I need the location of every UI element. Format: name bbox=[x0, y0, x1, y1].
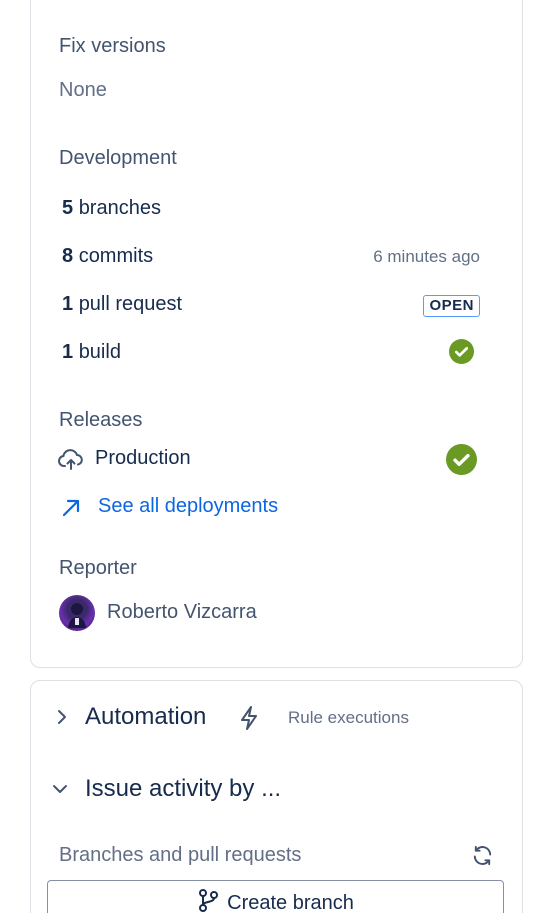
create-branch-button[interactable]: Create branch bbox=[47, 880, 504, 913]
release-production[interactable]: Production bbox=[95, 447, 191, 470]
rule-executions-link[interactable]: Rule executions bbox=[288, 708, 409, 728]
automation-heading[interactable]: Automation bbox=[85, 703, 206, 731]
build-text: build bbox=[78, 341, 121, 363]
pull-request-count: 1 bbox=[62, 293, 74, 315]
fix-versions-label: Fix versions bbox=[59, 35, 166, 57]
commits-count: 8 bbox=[62, 245, 74, 267]
pull-request-text: pull request bbox=[78, 293, 183, 315]
reporter-name[interactable]: Roberto Vizcarra bbox=[107, 601, 257, 624]
commits-timestamp: 6 minutes ago bbox=[373, 247, 480, 266]
reporter-avatar[interactable] bbox=[59, 595, 95, 631]
releases-label: Releases bbox=[59, 409, 143, 431]
create-branch-label: Create branch bbox=[227, 891, 354, 913]
arrow-up-right-icon bbox=[60, 497, 82, 524]
pull-request-link[interactable]: 1 pull request bbox=[62, 293, 182, 316]
pull-request-status-badge: OPEN bbox=[423, 295, 480, 317]
branches-pull-requests-label: Branches and pull requests bbox=[59, 844, 302, 866]
build-success-icon bbox=[449, 339, 474, 364]
commits-text: commits bbox=[78, 245, 154, 267]
build-link[interactable]: 1 build bbox=[62, 341, 121, 364]
commits-link[interactable]: 8 commits bbox=[62, 245, 153, 268]
lightning-icon bbox=[238, 705, 260, 736]
build-count: 1 bbox=[62, 341, 74, 363]
see-all-deployments-link[interactable]: See all deployments bbox=[98, 495, 278, 518]
release-success-icon bbox=[446, 444, 477, 475]
refresh-icon[interactable] bbox=[471, 844, 494, 872]
branches-link[interactable]: 5 branches bbox=[62, 197, 161, 220]
cloud-upload-icon bbox=[58, 447, 84, 476]
chevron-right-icon[interactable] bbox=[55, 708, 69, 731]
fix-versions-value[interactable]: None bbox=[59, 79, 107, 102]
chevron-down-icon[interactable] bbox=[51, 782, 69, 801]
development-label: Development bbox=[59, 147, 177, 169]
branches-text: branches bbox=[78, 197, 161, 219]
reporter-label: Reporter bbox=[59, 557, 137, 579]
branches-count: 5 bbox=[62, 197, 74, 219]
branch-icon bbox=[197, 888, 219, 913]
issue-activity-heading[interactable]: Issue activity by ... bbox=[85, 775, 281, 803]
